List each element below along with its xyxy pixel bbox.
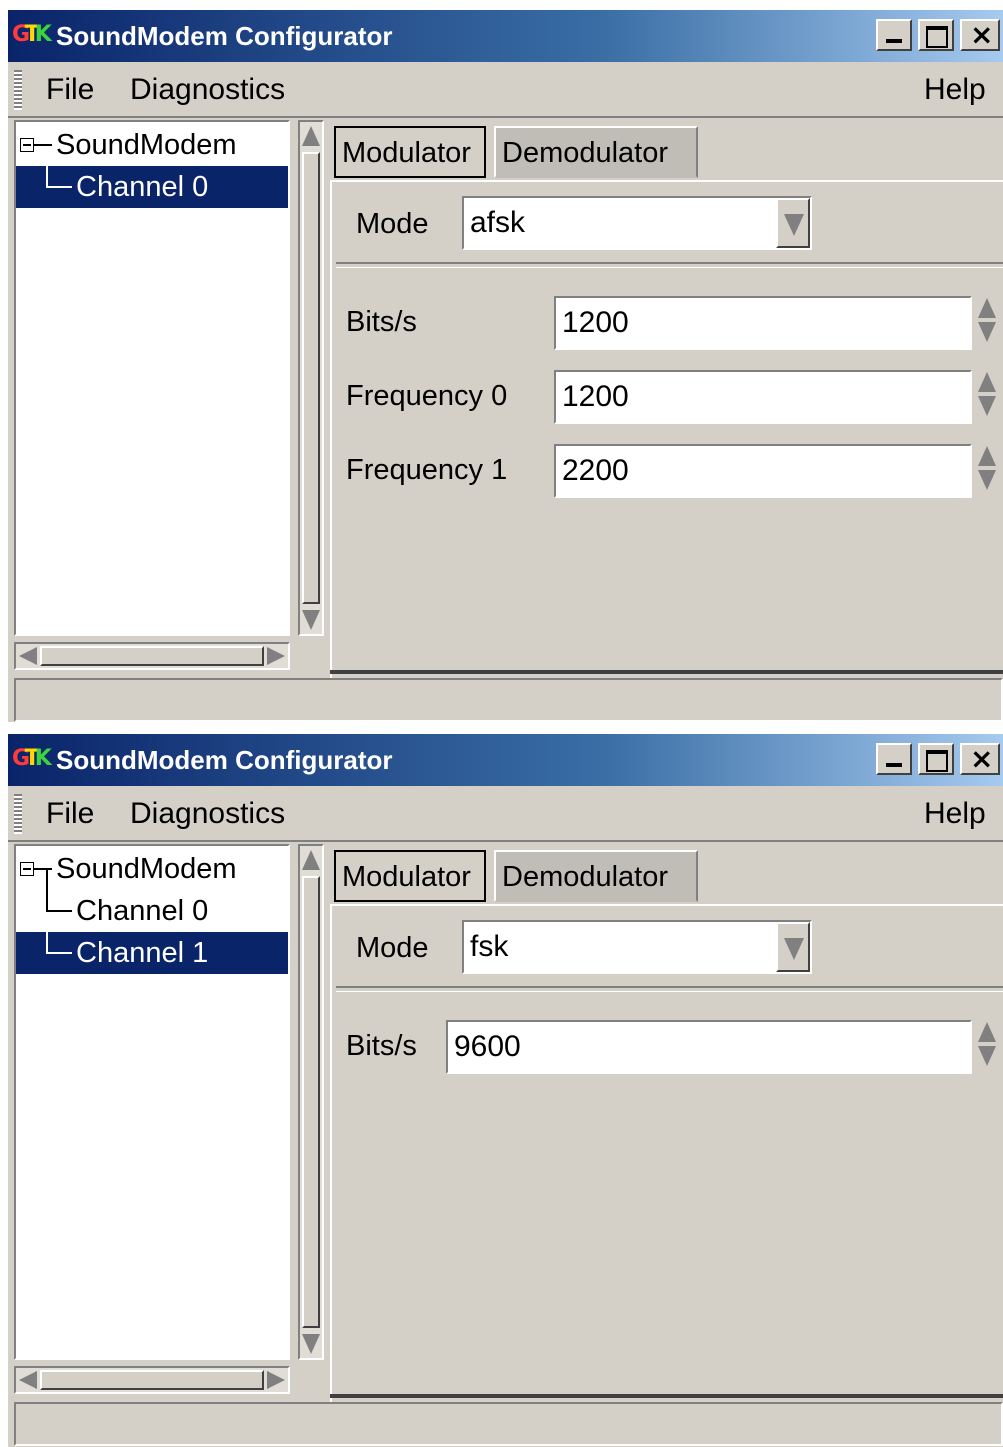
bits-per-second-label: Bits/s (346, 1030, 417, 1062)
scroll-left-icon[interactable] (19, 647, 37, 665)
tree-child-label: Channel 0 (76, 895, 209, 927)
mode-label: Mode (356, 208, 429, 240)
tree-line (46, 952, 72, 954)
divider (336, 986, 1003, 992)
frequency-0-input[interactable]: 1200 (554, 370, 972, 424)
configurator-window-2: GTK SoundModem Configurator × File Diagn… (8, 734, 1003, 1447)
menubar-grip-icon[interactable] (14, 70, 22, 110)
tree-child-label: Channel 1 (76, 937, 209, 969)
scroll-thumb[interactable] (302, 876, 320, 1328)
divider (330, 670, 1003, 674)
scroll-thumb[interactable] (40, 646, 264, 666)
window-title: SoundModem Configurator (56, 21, 393, 51)
menu-bar: File Diagnostics Help (8, 62, 1003, 118)
scroll-down-icon[interactable] (302, 1334, 320, 1354)
modulator-page: Mode afsk Bits/s 1200 Frequency 0 1200 F… (330, 180, 1003, 680)
scroll-thumb[interactable] (302, 152, 320, 604)
menu-file[interactable]: File (46, 72, 94, 108)
tab-modulator[interactable]: Modulator (334, 850, 486, 902)
minimize-icon[interactable] (876, 19, 912, 51)
tree-line (34, 868, 52, 870)
menu-bar: File Diagnostics Help (8, 786, 1003, 842)
scroll-down-icon[interactable] (302, 610, 320, 630)
divider (336, 262, 1003, 268)
modulator-page: Mode fsk Bits/s 9600 (330, 904, 1003, 1404)
tab-demodulator[interactable]: Demodulator (494, 126, 698, 178)
bits-per-second-label: Bits/s (346, 306, 417, 338)
menu-help[interactable]: Help (924, 72, 986, 108)
menu-diagnostics[interactable]: Diagnostics (130, 796, 285, 832)
menubar-grip-icon[interactable] (14, 794, 22, 834)
tree-root-label: SoundModem (56, 853, 237, 885)
frequency-1-input[interactable]: 2200 (554, 444, 972, 498)
tree-vertical-scrollbar[interactable] (298, 120, 324, 636)
frequency-1-label: Frequency 1 (346, 454, 508, 486)
scroll-up-icon[interactable] (302, 850, 320, 870)
status-bar (14, 1402, 1003, 1446)
tree-line (46, 870, 48, 910)
scroll-thumb[interactable] (40, 1370, 264, 1390)
scroll-left-icon[interactable] (19, 1371, 37, 1389)
tree-child-label: Channel 0 (76, 171, 209, 203)
scroll-right-icon[interactable] (267, 647, 285, 665)
tree-item-soundmodem[interactable]: SoundModem (16, 848, 288, 890)
close-icon[interactable]: × (960, 19, 1000, 51)
spin-arrows-icon[interactable] (976, 296, 1000, 346)
tree-line (46, 186, 72, 188)
mode-value: afsk (470, 206, 526, 239)
tree-line (46, 910, 48, 952)
chevron-down-icon[interactable] (776, 922, 810, 972)
mode-value: fsk (470, 930, 509, 963)
tab-modulator[interactable]: Modulator (334, 126, 486, 178)
title-bar[interactable]: GTK SoundModem Configurator × (8, 734, 1003, 786)
tree-root-label: SoundModem (56, 129, 237, 161)
tree-item-soundmodem[interactable]: SoundModem (16, 124, 288, 166)
gtk-logo-icon: GTK (12, 746, 52, 771)
gtk-logo-icon: GTK (12, 22, 52, 47)
tree-collapse-icon[interactable] (20, 138, 34, 152)
tab-demodulator[interactable]: Demodulator (494, 850, 698, 902)
mode-label: Mode (356, 932, 429, 964)
tree-horizontal-scrollbar[interactable] (14, 642, 290, 670)
tree-horizontal-scrollbar[interactable] (14, 1366, 290, 1394)
close-icon[interactable]: × (960, 743, 1000, 775)
configurator-window-1: GTK SoundModem Configurator × File Diagn… (8, 10, 1003, 722)
minimize-icon[interactable] (876, 743, 912, 775)
divider (330, 1394, 1003, 1398)
tree-vertical-scrollbar[interactable] (298, 844, 324, 1360)
spin-arrows-icon[interactable] (976, 444, 1000, 494)
menu-file[interactable]: File (46, 796, 94, 832)
scroll-right-icon[interactable] (267, 1371, 285, 1389)
mode-select[interactable]: afsk (462, 196, 812, 250)
tree-line (46, 910, 72, 912)
spin-arrows-icon[interactable] (976, 1020, 1000, 1070)
window-title: SoundModem Configurator (56, 745, 393, 775)
bits-per-second-value: 1200 (562, 306, 629, 339)
spin-arrows-icon[interactable] (976, 370, 1000, 420)
mode-select[interactable]: fsk (462, 920, 812, 974)
channel-tree: SoundModem Channel 0 Channel 1 (14, 844, 290, 1360)
chevron-down-icon[interactable] (776, 198, 810, 248)
menu-diagnostics[interactable]: Diagnostics (130, 72, 285, 108)
tree-line (46, 146, 48, 186)
scroll-up-icon[interactable] (302, 126, 320, 146)
channel-tree: SoundModem Channel 0 (14, 120, 290, 636)
tree-collapse-icon[interactable] (20, 862, 34, 876)
status-bar (14, 678, 1003, 722)
bits-per-second-input[interactable]: 1200 (554, 296, 972, 350)
maximize-icon[interactable] (918, 743, 954, 775)
frequency-0-value: 1200 (562, 380, 629, 413)
frequency-0-label: Frequency 0 (346, 380, 508, 412)
menu-help[interactable]: Help (924, 796, 986, 832)
title-bar[interactable]: GTK SoundModem Configurator × (8, 10, 1003, 62)
settings-notebook: Modulator Demodulator Mode afsk Bits/s 1… (330, 120, 1003, 682)
tree-line (34, 144, 52, 146)
frequency-1-value: 2200 (562, 454, 629, 487)
settings-notebook: Modulator Demodulator Mode fsk Bits/s 96… (330, 844, 1003, 1406)
maximize-icon[interactable] (918, 19, 954, 51)
bits-per-second-input[interactable]: 9600 (446, 1020, 972, 1074)
bits-per-second-value: 9600 (454, 1030, 521, 1063)
